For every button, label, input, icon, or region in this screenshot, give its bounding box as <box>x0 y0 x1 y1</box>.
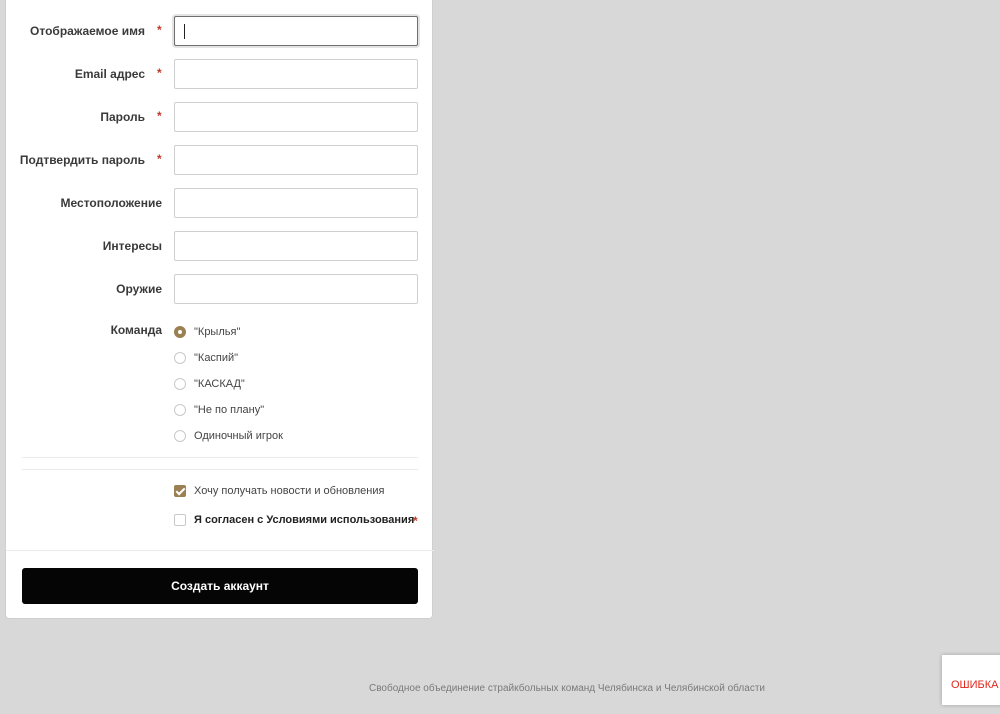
location-label: Местоположение <box>60 196 162 210</box>
team-option-kaskad[interactable]: "КАСКАД" <box>174 376 245 392</box>
display-name-input[interactable] <box>174 16 418 46</box>
radio-button[interactable] <box>174 404 186 416</box>
email-label: Email адрес <box>74 67 145 81</box>
team-option-ne-po-planu[interactable]: "Не по плану" <box>174 402 264 418</box>
team-label: Команда <box>110 323 162 337</box>
create-account-button[interactable]: Создать аккаунт <box>22 568 418 604</box>
divider <box>6 550 434 551</box>
required-mark: * <box>157 109 162 123</box>
location-field[interactable] <box>174 188 418 218</box>
radio-button-checked[interactable] <box>174 326 186 338</box>
newsletter-checkbox[interactable] <box>174 485 186 497</box>
radio-button[interactable] <box>174 352 186 364</box>
team-option-solo[interactable]: Одиночный игрок <box>174 428 283 444</box>
location-row: Местоположение <box>6 188 434 218</box>
password-label: Пароль <box>100 110 145 124</box>
checkmark-icon <box>175 485 186 496</box>
weapon-field[interactable] <box>174 274 418 304</box>
confirm-password-row: Подтвердить пароль * <box>6 145 434 175</box>
interests-field[interactable] <box>174 231 418 261</box>
required-mark: * <box>157 66 162 80</box>
registration-form-card: Отображаемое имя * Email адрес * Пароль … <box>5 0 434 619</box>
required-mark: * <box>157 23 162 37</box>
team-option-krylya[interactable]: "Крылья" <box>174 324 240 340</box>
confirm-password-label: Подтвердить пароль <box>19 153 145 167</box>
team-option-label: "КАСКАД" <box>194 378 245 390</box>
divider <box>22 457 418 458</box>
interests-label: Интересы <box>102 239 162 253</box>
interests-row: Интересы <box>6 231 434 261</box>
footer-text: Свободное объединение страйкбольных кома… <box>369 683 765 694</box>
weapon-label: Оружие <box>116 282 162 296</box>
radio-button[interactable] <box>174 378 186 390</box>
weapon-row: Оружие <box>6 274 434 304</box>
error-badge[interactable]: ОШИБКА <box>942 655 1000 705</box>
password-row: Пароль * <box>6 102 434 132</box>
error-badge-label: ОШИБКА <box>951 679 999 691</box>
required-mark: * <box>157 152 162 166</box>
team-option-label: "Каспий" <box>194 352 239 364</box>
email-field[interactable] <box>174 59 418 89</box>
terms-label: Я согласен с Условиями использования <box>194 514 415 526</box>
email-row: Email адрес * <box>6 59 434 89</box>
display-name-label: Отображаемое имя <box>30 24 145 38</box>
display-name-row: Отображаемое имя * <box>6 16 434 46</box>
terms-option[interactable]: Я согласен с Условиями использования <box>174 512 414 528</box>
password-field[interactable] <box>174 102 418 132</box>
team-option-kaspiy[interactable]: "Каспий" <box>174 350 238 366</box>
required-mark: * <box>413 514 418 528</box>
divider <box>22 469 418 470</box>
team-option-label: Одиночный игрок <box>194 430 283 442</box>
team-option-label: "Не по плану" <box>194 404 265 416</box>
confirm-password-field[interactable] <box>174 145 418 175</box>
newsletter-label: Хочу получать новости и обновления <box>194 485 385 497</box>
team-option-label: "Крылья" <box>194 326 241 338</box>
terms-checkbox[interactable] <box>174 514 186 526</box>
newsletter-option[interactable]: Хочу получать новости и обновления <box>174 483 384 499</box>
text-caret <box>184 24 185 39</box>
radio-button[interactable] <box>174 430 186 442</box>
